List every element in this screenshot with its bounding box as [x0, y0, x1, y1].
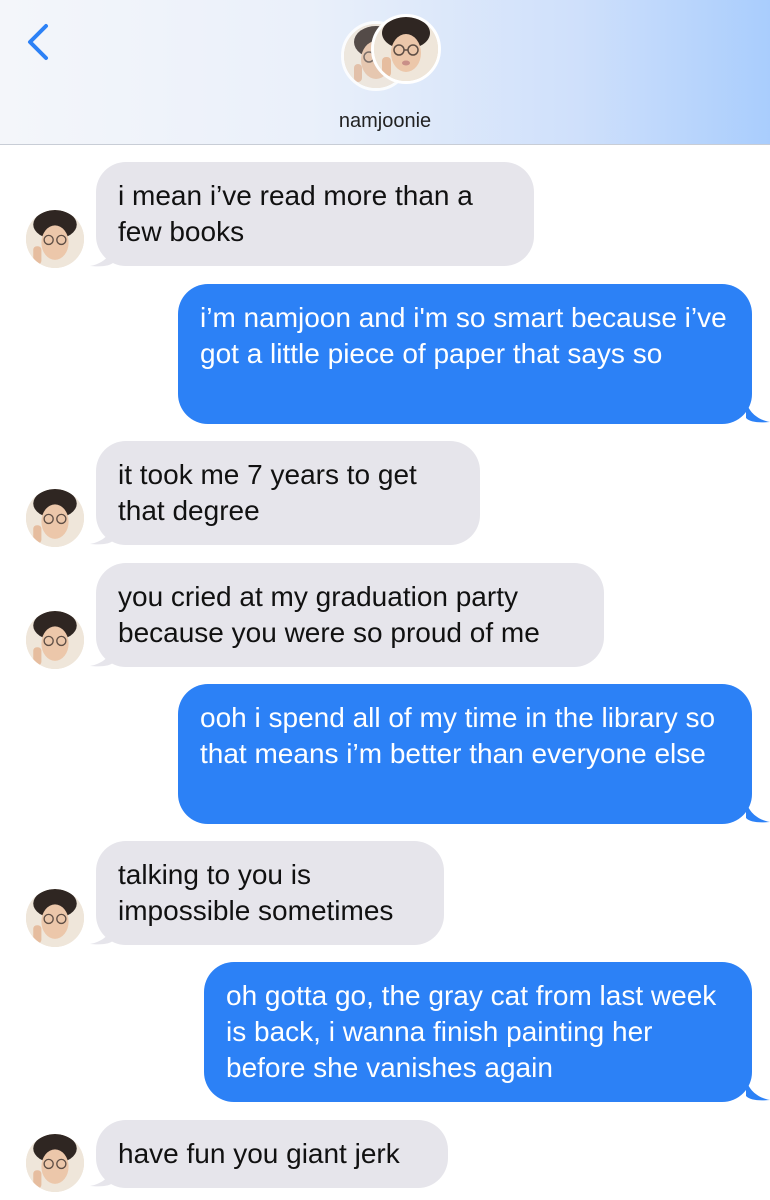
message-bubble-outgoing[interactable]: i’m namjoon and i'm so smart because i’v…	[178, 284, 752, 424]
contact-avatar-group[interactable]	[341, 14, 443, 98]
message-text: ooh i spend all of my time in the librar…	[200, 702, 716, 769]
conversation-header: namjoonie	[0, 0, 770, 145]
message-text: you cried at my graduation party because…	[118, 581, 540, 648]
message-text: i’m namjoon and i'm so smart because i’v…	[200, 302, 727, 369]
message-text: have fun you giant jerk	[118, 1138, 400, 1169]
sender-avatar	[26, 210, 84, 268]
message-bubble-incoming[interactable]: it took me 7 years to get that degree	[96, 441, 480, 545]
message-bubble-incoming[interactable]: you cried at my graduation party because…	[96, 563, 604, 667]
chevron-left-icon	[28, 24, 48, 60]
message-bubble-outgoing[interactable]: oh gotta go, the gray cat from last week…	[204, 962, 752, 1102]
sender-avatar	[26, 889, 84, 947]
message-text: it took me 7 years to get that degree	[118, 459, 417, 526]
sender-avatar	[26, 1134, 84, 1192]
message-bubble-incoming[interactable]: i mean i’ve read more than a few books	[96, 162, 534, 266]
message-bubble-outgoing[interactable]: ooh i spend all of my time in the librar…	[178, 684, 752, 824]
back-button[interactable]	[22, 22, 58, 62]
contact-name[interactable]: namjoonie	[0, 110, 770, 133]
contact-avatar	[371, 14, 441, 84]
message-text: oh gotta go, the gray cat from last week…	[226, 980, 717, 1083]
message-bubble-incoming[interactable]: talking to you is impossible sometimes	[96, 841, 444, 945]
message-text: i mean i’ve read more than a few books	[118, 180, 473, 247]
sender-avatar	[26, 489, 84, 547]
message-bubble-incoming[interactable]: have fun you giant jerk	[96, 1120, 448, 1188]
sender-avatar	[26, 611, 84, 669]
message-text: talking to you is impossible sometimes	[118, 859, 394, 926]
